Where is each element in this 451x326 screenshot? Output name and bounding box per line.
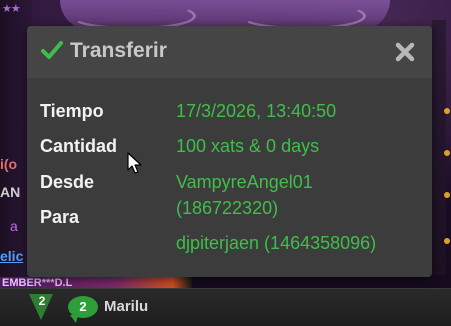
rank-badge-count: 2 <box>38 294 46 308</box>
to-label: Para <box>40 207 80 227</box>
time-label: Tiempo <box>40 101 104 121</box>
status-dot <box>444 192 450 198</box>
right-user-list <box>432 20 446 275</box>
dialog-header: Transferir <box>27 26 432 78</box>
status-dot <box>444 150 450 156</box>
bubble-count: 2 <box>79 299 87 314</box>
side-text-fragment: i(o <box>0 156 18 172</box>
side-text-fragment: a <box>10 218 18 234</box>
time-value: 17/3/2026, 13:40:50 <box>176 101 337 121</box>
side-link-fragment[interactable]: elic <box>0 248 23 264</box>
dialog-title: Transferir <box>70 39 167 62</box>
side-text-fragment: AN <box>0 184 21 200</box>
close-icon[interactable] <box>393 40 417 64</box>
amount-value: 100 xats & 0 days <box>176 136 320 156</box>
to-value: djpiterjaen (1464358096) <box>176 233 377 253</box>
amount-label: Cantidad <box>40 136 118 156</box>
from-label: Desde <box>40 172 95 192</box>
from-id-value: (186722320) <box>176 198 279 218</box>
transfer-dialog: Transferir Tiempo 17/3/2026, 13:40:50 Ca… <box>27 26 432 277</box>
from-value: VampyreAngel01 <box>176 172 313 192</box>
checkmark-icon <box>41 41 63 59</box>
mouse-pointer-icon <box>127 152 142 174</box>
status-dot <box>444 238 450 244</box>
stars-icon: ★★ <box>2 3 21 15</box>
user-name[interactable]: Marilu <box>104 298 148 315</box>
status-dot <box>444 108 450 114</box>
